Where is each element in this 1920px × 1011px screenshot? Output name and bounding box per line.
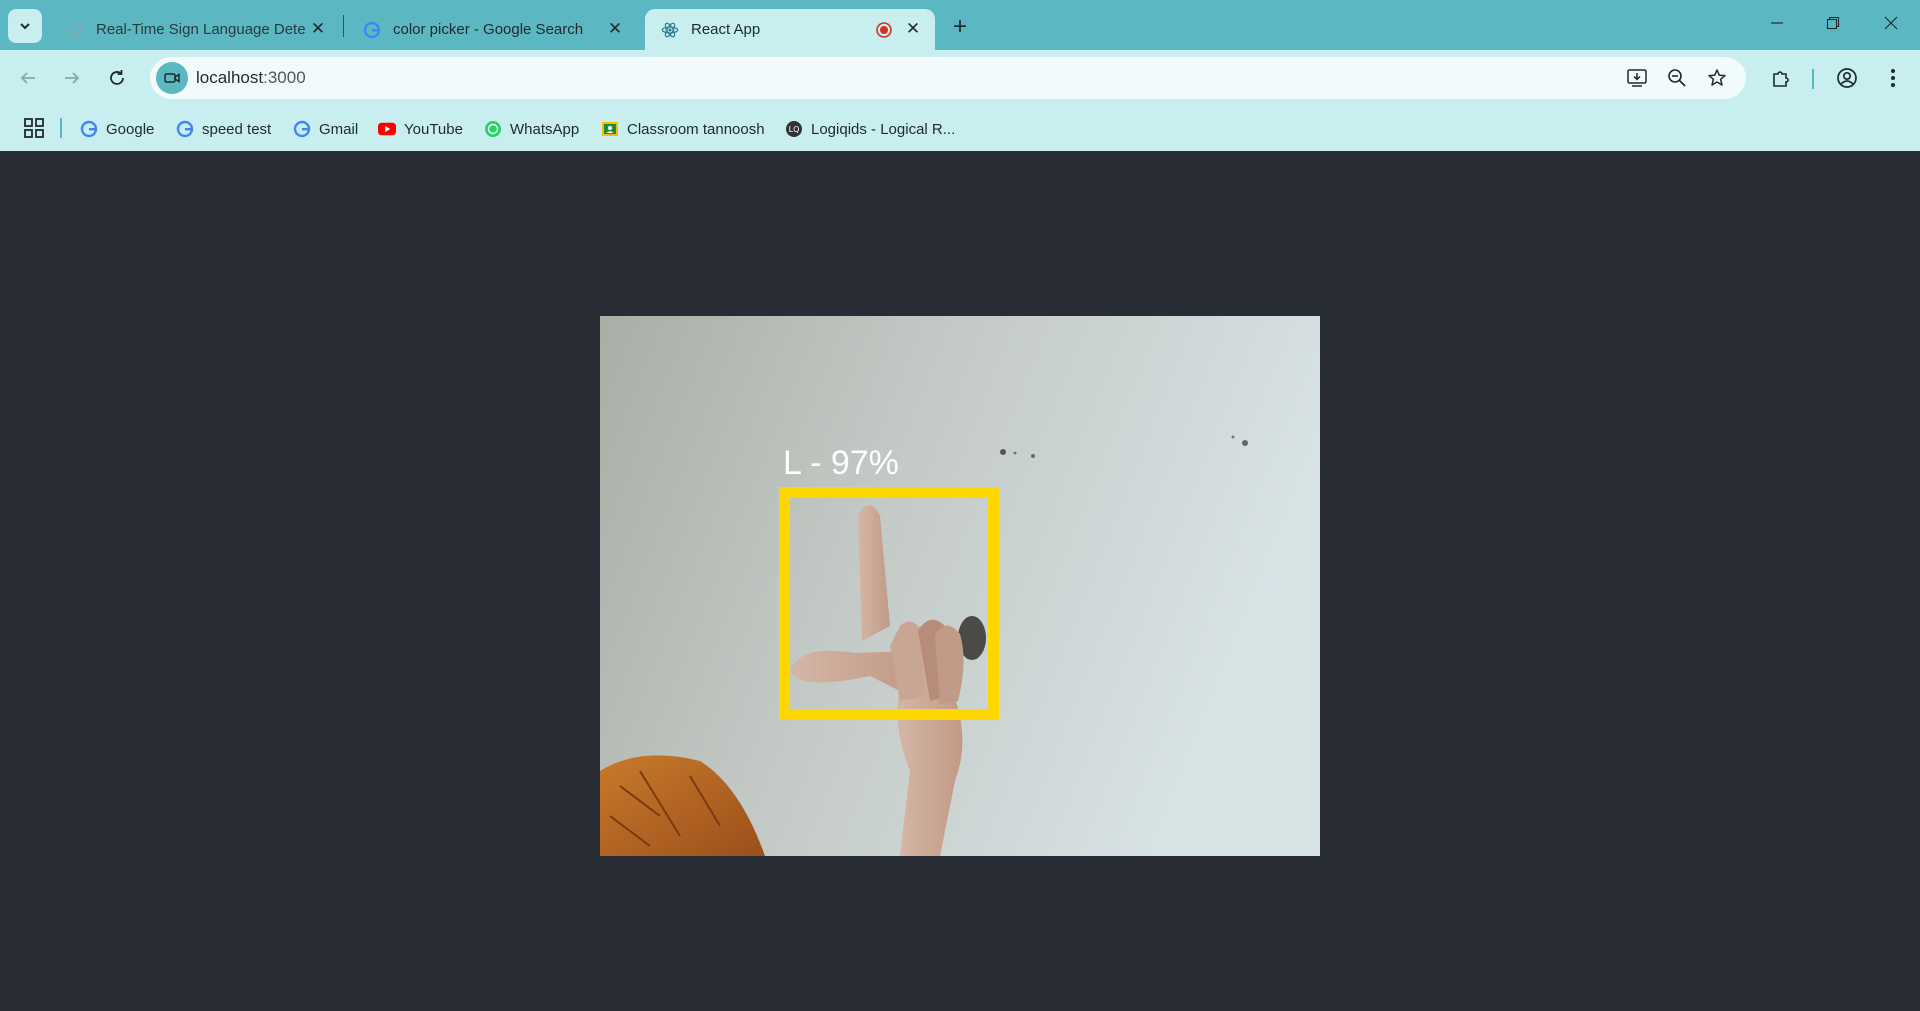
- close-icon[interactable]: ✕: [308, 19, 328, 39]
- tab-react-app[interactable]: React App ✕: [645, 9, 935, 50]
- tab-strip: Real-Time Sign Language Detec ✕ color pi…: [0, 0, 1920, 50]
- reload-icon: [110, 70, 124, 85]
- toolbar: localhost:3000: [0, 50, 1920, 108]
- account-icon: [1837, 68, 1857, 88]
- bookmark-youtube[interactable]: YouTube: [378, 116, 463, 142]
- bookmark-label: Google: [106, 120, 155, 138]
- tab-color-picker[interactable]: color picker - Google Search ✕: [347, 9, 637, 50]
- address-bar[interactable]: localhost:3000: [150, 57, 1746, 99]
- forward-button[interactable]: [54, 60, 90, 96]
- tab-sign-language[interactable]: Real-Time Sign Language Detec ✕: [50, 9, 340, 50]
- google-icon: [176, 120, 194, 138]
- url-host: localhost: [196, 68, 264, 87]
- apps-grid-icon[interactable]: [22, 116, 46, 140]
- install-app-icon[interactable]: [1622, 63, 1652, 93]
- bookmark-google[interactable]: Google: [80, 116, 154, 142]
- toolbar-separator: [1812, 69, 1814, 89]
- recording-icon: [875, 21, 893, 39]
- star-icon[interactable]: [1702, 63, 1732, 93]
- restore-button[interactable]: [1810, 0, 1856, 46]
- bookmark-label: speed test: [202, 120, 272, 138]
- close-icon[interactable]: ✕: [605, 19, 625, 39]
- webcam-image: [600, 316, 1320, 856]
- app-content: L - 97%: [0, 151, 1920, 1011]
- bookmark-label: Gmail: [319, 120, 359, 138]
- new-tab-button[interactable]: +: [945, 12, 975, 42]
- close-icon[interactable]: ✕: [903, 19, 923, 39]
- google-icon: [363, 21, 381, 39]
- youtube-icon: [378, 120, 396, 138]
- logiqids-icon: LQ: [785, 120, 803, 138]
- bookmark-whatsapp[interactable]: WhatsApp: [484, 116, 579, 142]
- tab-search-button[interactable]: [8, 9, 42, 43]
- bookmark-speed-test[interactable]: speed test: [176, 116, 271, 142]
- browser-chrome: Real-Time Sign Language Detec ✕ color pi…: [0, 0, 1920, 151]
- tab-separator: [343, 15, 344, 37]
- bookmark-gmail[interactable]: Gmail: [293, 116, 358, 142]
- minimize-button[interactable]: [1754, 0, 1800, 46]
- react-icon: [661, 21, 679, 39]
- menu-button[interactable]: [1876, 61, 1910, 95]
- close-window-button[interactable]: [1868, 0, 1914, 46]
- arrow-right-icon: [65, 72, 80, 84]
- site-info-button[interactable]: [156, 62, 188, 94]
- url-text[interactable]: localhost:3000: [196, 68, 306, 88]
- detection-label: L - 97%: [783, 444, 899, 482]
- bookmark-label: WhatsApp: [510, 120, 580, 138]
- bookmark-classroom[interactable]: Classroom tannoosh: [601, 116, 765, 142]
- google-icon: [293, 120, 311, 138]
- svg-text:LQ: LQ: [789, 125, 800, 134]
- bookmark-separator: [60, 118, 62, 138]
- webcam-feed: L - 97%: [600, 316, 1320, 856]
- profile-button[interactable]: [1830, 61, 1864, 95]
- bookmark-label: Logiqids - Logical R...: [811, 120, 956, 138]
- more-vert-icon: [1891, 69, 1895, 87]
- tab-title: React App: [691, 21, 761, 38]
- google-icon: [80, 120, 98, 138]
- puzzle-icon: [1773, 71, 1789, 87]
- tab-title: Real-Time Sign Language Detec: [96, 21, 306, 38]
- loading-icon: [66, 21, 84, 39]
- url-port: :3000: [263, 68, 306, 87]
- reload-button[interactable]: [99, 60, 135, 96]
- back-button[interactable]: [10, 60, 46, 96]
- classroom-icon: [601, 120, 619, 138]
- extensions-button[interactable]: [1764, 61, 1798, 95]
- bookmarks-bar: Google speed test Gmail YouTube WhatsApp…: [0, 108, 1920, 150]
- zoom-icon[interactable]: [1662, 63, 1692, 93]
- whatsapp-icon: [484, 120, 502, 138]
- bookmark-label: YouTube: [404, 120, 463, 138]
- bookmark-logiqids[interactable]: LQ Logiqids - Logical R...: [785, 116, 955, 142]
- bookmark-label: Classroom tannoosh: [627, 120, 765, 138]
- camera-icon: [164, 73, 180, 83]
- tab-title: color picker - Google Search: [393, 21, 584, 38]
- chevron-down-icon: [20, 23, 30, 30]
- arrow-left-icon: [20, 72, 35, 84]
